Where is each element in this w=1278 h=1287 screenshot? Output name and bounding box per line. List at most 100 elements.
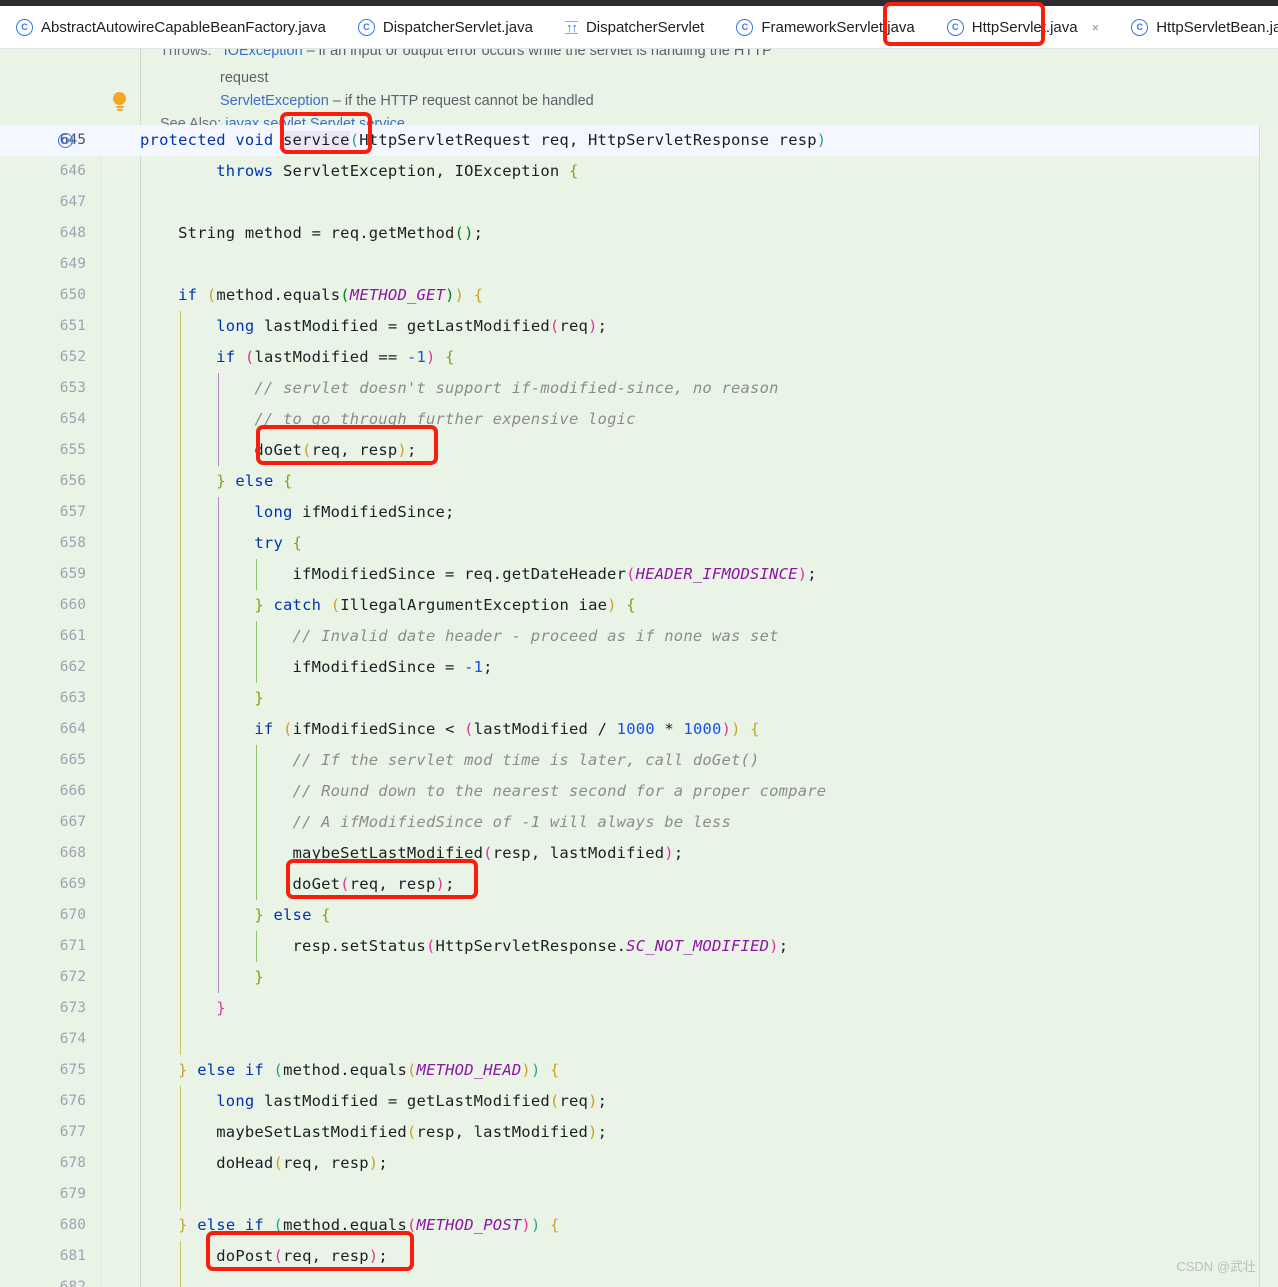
line-number[interactable]: 680 [0, 1210, 86, 1241]
code-text: // A ifModifiedSince of -1 will always b… [292, 813, 731, 831]
code-text: throws ServletException, IOException { [216, 162, 579, 180]
line-number[interactable]: 667 [0, 807, 86, 838]
code-line[interactable]: 646 throws ServletException, IOException… [0, 156, 1278, 187]
line-number[interactable]: 670 [0, 900, 86, 931]
line-number[interactable]: 675 [0, 1055, 86, 1086]
line-number[interactable]: 658 [0, 528, 86, 559]
line-number[interactable]: 682 [0, 1272, 86, 1287]
code-line[interactable]: 659 ifModifiedSince = req.getDateHeader(… [0, 559, 1278, 590]
code-line[interactable]: 655 doGet(req, resp); [0, 435, 1278, 466]
close-icon[interactable]: × [1092, 20, 1100, 35]
code-line[interactable]: 656 } else { [0, 466, 1278, 497]
line-number[interactable]: 663 [0, 683, 86, 714]
code-text: try { [254, 534, 303, 552]
line-number[interactable]: 649 [0, 249, 86, 280]
editor-tab-httpservletbean-java[interactable]: C HttpServletBean.java [1115, 6, 1278, 48]
code-line[interactable]: 664 if (ifModifiedSince < (lastModified … [0, 714, 1278, 745]
line-number[interactable]: 659 [0, 559, 86, 590]
editor-tab-label: DispatcherServlet [585, 18, 705, 36]
editor-tab-dispatcherservlet[interactable]: ↑↑ DispatcherServlet [549, 6, 720, 48]
line-number[interactable]: 673 [0, 993, 86, 1024]
code-line[interactable]: 650 if (method.equals(METHOD_GET)) { [0, 280, 1278, 311]
code-line[interactable]: 660 } catch (IllegalArgumentException ia… [0, 590, 1278, 621]
javadoc-throws-row-2: request [220, 70, 268, 86]
code-line[interactable]: 661 // Invalid date header - proceed as … [0, 621, 1278, 652]
code-line[interactable]: 669 doGet(req, resp); [0, 869, 1278, 900]
code-line[interactable]: 658 try { [0, 528, 1278, 559]
line-number[interactable]: 657 [0, 497, 86, 528]
editor-tab-dispatcherservlet-java[interactable]: C DispatcherServlet.java [342, 6, 549, 48]
javadoc-seealso-link[interactable]: javax.servlet.Servlet.service [225, 116, 405, 125]
line-number[interactable]: 672 [0, 962, 86, 993]
line-number[interactable]: 651 [0, 311, 86, 342]
indent-guide [180, 1272, 181, 1287]
code-line[interactable]: 672 } [0, 962, 1278, 993]
lightbulb-icon[interactable] [113, 92, 127, 111]
line-number[interactable]: 660 [0, 590, 86, 621]
editor-tab-frameworkservlet-java[interactable]: C FrameworkServlet.java [720, 6, 930, 48]
line-number[interactable]: 668 [0, 838, 86, 869]
code-line[interactable]: 681 doPost(req, resp); [0, 1241, 1278, 1272]
code-line[interactable]: 652 if (lastModified == -1) { [0, 342, 1278, 373]
code-line[interactable]: 663 } [0, 683, 1278, 714]
code-text: } else if (method.equals(METHOD_POST)) { [178, 1216, 560, 1234]
code-line[interactable]: 680 } else if (method.equals(METHOD_POST… [0, 1210, 1278, 1241]
line-number[interactable]: 653 [0, 373, 86, 404]
line-number[interactable]: 676 [0, 1086, 86, 1117]
line-number[interactable]: 648 [0, 218, 86, 249]
line-number[interactable]: 671 [0, 931, 86, 962]
line-number[interactable]: 679 [0, 1179, 86, 1210]
code-line[interactable]: 679 [0, 1179, 1278, 1210]
code-line[interactable]: 647 [0, 187, 1278, 218]
code-text: // servlet doesn't support if-modified-s… [254, 379, 779, 397]
code-line[interactable]: 657 long ifModifiedSince; [0, 497, 1278, 528]
code-line[interactable]: 653 // servlet doesn't support if-modifi… [0, 373, 1278, 404]
code-line[interactable]: 649 [0, 249, 1278, 280]
code-line[interactable]: 682 [0, 1272, 1278, 1287]
code-line[interactable]: 654 // to go through further expensive l… [0, 404, 1278, 435]
code-line[interactable]: 674 [0, 1024, 1278, 1055]
code-text: if (method.equals(METHOD_GET)) { [178, 286, 484, 304]
line-number[interactable]: 647 [0, 187, 86, 218]
line-number[interactable]: 666 [0, 776, 86, 807]
line-number[interactable]: 664 [0, 714, 86, 745]
code-line[interactable]: 666 // Round down to the nearest second … [0, 776, 1278, 807]
line-number[interactable]: 652 [0, 342, 86, 373]
line-number[interactable]: 662 [0, 652, 86, 683]
line-number[interactable]: 661 [0, 621, 86, 652]
line-number[interactable]: 650 [0, 280, 86, 311]
code-line[interactable]: 645 ↓ protected void service(HttpServletRe… [0, 125, 1278, 156]
line-number[interactable]: 674 [0, 1024, 86, 1055]
editor-tab-httpservlet-java[interactable]: C HttpServlet.java × [930, 6, 1116, 48]
line-number[interactable]: 654 [0, 404, 86, 435]
line-number[interactable]: 677 [0, 1117, 86, 1148]
code-text: maybeSetLastModified(resp, lastModified)… [140, 844, 684, 862]
overridden-method-icon[interactable]: ↓ [58, 132, 75, 149]
code-line[interactable]: 676 long lastModified = getLastModified(… [0, 1086, 1278, 1117]
line-number[interactable]: 681 [0, 1241, 86, 1272]
code-line[interactable]: 673 } [0, 993, 1278, 1024]
code-line[interactable]: 665 // If the servlet mod time is later,… [0, 745, 1278, 776]
code-text: ifModifiedSince = -1; [140, 658, 493, 676]
line-number[interactable]: 669 [0, 869, 86, 900]
code-line[interactable]: 677 maybeSetLastModified(resp, lastModif… [0, 1117, 1278, 1148]
editor-tab-abstractautowirecapablebeanfactory-java[interactable]: C AbstractAutowireCapableBeanFactory.java [0, 6, 342, 48]
code-text: } else { [216, 472, 293, 490]
code-line[interactable]: 662 ifModifiedSince = -1; [0, 652, 1278, 683]
code-line[interactable]: 668 maybeSetLastModified(resp, lastModif… [0, 838, 1278, 869]
line-number[interactable]: 656 [0, 466, 86, 497]
code-line[interactable]: 671 resp.setStatus(HttpServletResponse.S… [0, 931, 1278, 962]
code-line[interactable]: 651 long lastModified = getLastModified(… [0, 311, 1278, 342]
code-line[interactable]: 670 } else { [0, 900, 1278, 931]
code-line[interactable]: 667 // A ifModifiedSince of -1 will alwa… [0, 807, 1278, 838]
line-number[interactable]: 655 [0, 435, 86, 466]
editor-tab-bar[interactable]: C AbstractAutowireCapableBeanFactory.java… [0, 6, 1278, 49]
code-line[interactable]: 675 } else if (method.equals(METHOD_HEAD… [0, 1055, 1278, 1086]
line-number[interactable]: 665 [0, 745, 86, 776]
code-line[interactable]: 678 doHead(req, resp); [0, 1148, 1278, 1179]
editor-tab-label: FrameworkServlet.java [761, 18, 915, 36]
code-line[interactable]: 648 String method = req.getMethod(); [0, 218, 1278, 249]
line-number[interactable]: 678 [0, 1148, 86, 1179]
code-editor[interactable]: 645 ↓ protected void service(HttpServletRe… [0, 125, 1278, 1287]
line-number[interactable]: 646 [0, 156, 86, 187]
